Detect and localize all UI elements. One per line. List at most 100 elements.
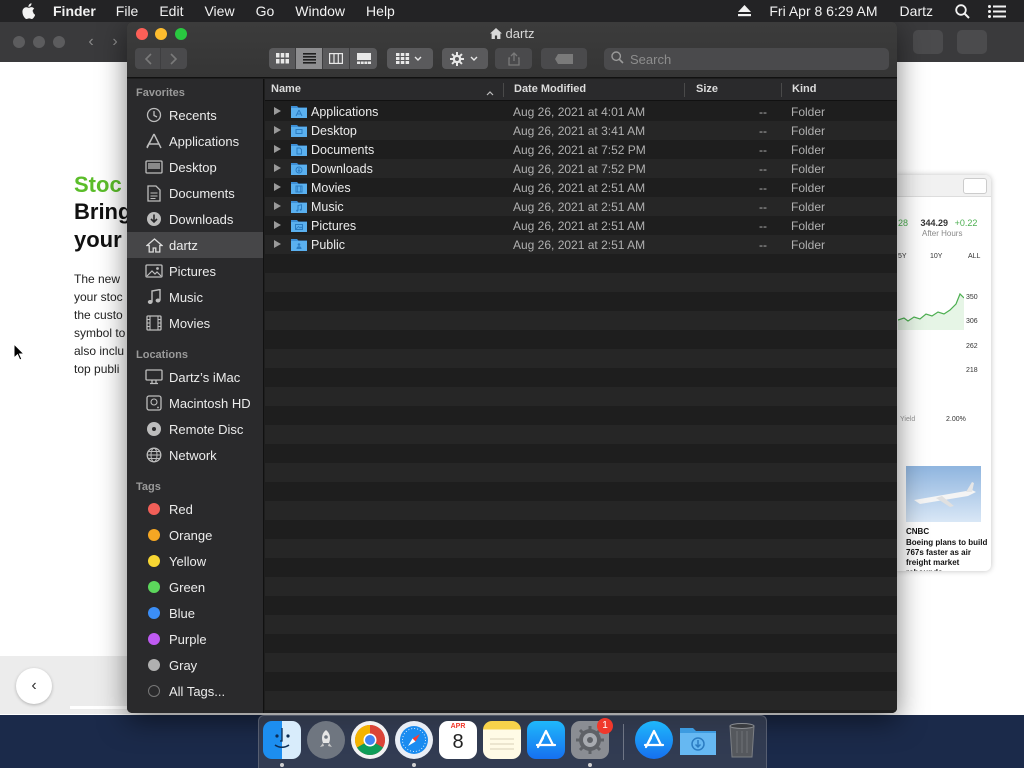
sidebar-item-macintosh-hd[interactable]: Macintosh HD — [127, 390, 263, 416]
column-name[interactable]: Name — [271, 79, 301, 101]
sidebar-item-pictures[interactable]: Pictures — [127, 258, 263, 284]
column-kind[interactable]: Kind — [792, 79, 816, 101]
sidebar-tag-yellow[interactable]: Yellow — [127, 548, 263, 574]
bg-forward-icon[interactable]: › — [104, 31, 126, 53]
news-image-airplane[interactable] — [906, 466, 981, 522]
column-separator[interactable] — [781, 83, 782, 97]
bg-share-button[interactable] — [913, 30, 943, 54]
sidebar-item-downloads[interactable]: Downloads — [127, 206, 263, 232]
table-row[interactable]: Pictures Aug 26, 2021 at 2:51 AM -- Fold… — [265, 216, 897, 235]
menu-edit[interactable]: Edit — [159, 3, 183, 19]
sidebar-all-tags[interactable]: All Tags... — [127, 678, 263, 704]
action-menu-button[interactable] — [442, 48, 488, 69]
menubar-user[interactable]: Dartz — [900, 3, 933, 19]
sidebar-tag-green[interactable]: Green — [127, 574, 263, 600]
column-date-modified[interactable]: Date Modified — [514, 79, 586, 101]
calendar-icon[interactable]: APR 8 — [439, 721, 477, 759]
range-10y[interactable]: 10Y — [930, 253, 942, 260]
icon-view-button[interactable] — [269, 48, 296, 69]
spotlight-search-icon[interactable] — [955, 3, 970, 19]
apple-menu-icon[interactable] — [17, 0, 39, 22]
menu-finder[interactable]: Finder — [53, 3, 96, 19]
sort-ascending-icon[interactable] — [486, 85, 494, 100]
disclosure-triangle-icon[interactable] — [274, 107, 281, 115]
search-field[interactable] — [604, 48, 889, 70]
disclosure-triangle-icon[interactable] — [274, 164, 281, 172]
disclosure-triangle-icon[interactable] — [274, 126, 281, 134]
sidebar-item-documents[interactable]: Documents — [127, 180, 263, 206]
carousel-prev-button[interactable]: ‹ — [16, 668, 52, 704]
sidebar-tag-orange[interactable]: Orange — [127, 522, 263, 548]
app-store-downloads-icon[interactable] — [635, 721, 673, 759]
menu-help[interactable]: Help — [366, 3, 395, 19]
search-input[interactable] — [630, 51, 870, 67]
eject-icon[interactable] — [738, 5, 752, 17]
back-button[interactable] — [135, 48, 161, 69]
table-row[interactable]: Movies Aug 26, 2021 at 2:51 AM -- Folder — [265, 178, 897, 197]
chrome-icon[interactable] — [351, 721, 389, 759]
bg-back-icon[interactable]: ‹ — [80, 31, 102, 53]
tag-color-dot — [148, 633, 160, 645]
table-row[interactable]: Applications Aug 26, 2021 at 4:01 AM -- … — [265, 102, 897, 121]
system-preferences-icon[interactable]: 1 — [571, 718, 613, 759]
range-all[interactable]: ALL — [968, 253, 980, 260]
sidebar-tag-red[interactable]: Red — [127, 496, 263, 522]
range-5y[interactable]: 5Y — [898, 253, 907, 260]
disclosure-triangle-icon[interactable] — [274, 202, 281, 210]
safari-icon[interactable] — [395, 721, 433, 759]
clock-icon — [144, 106, 164, 124]
table-row[interactable]: Public Aug 26, 2021 at 2:51 AM -- Folder — [265, 235, 897, 254]
tags-header: Tags — [136, 481, 161, 493]
column-separator[interactable] — [503, 83, 504, 97]
disclosure-triangle-icon[interactable] — [274, 221, 281, 229]
sidebar-item-applications[interactable]: Applications — [127, 128, 263, 154]
table-row[interactable]: Music Aug 26, 2021 at 2:51 AM -- Folder — [265, 197, 897, 216]
column-size[interactable]: Size — [696, 79, 718, 101]
sidebar-item-music[interactable]: Music — [127, 284, 263, 310]
sidebar-tag-blue[interactable]: Blue — [127, 600, 263, 626]
trash-icon[interactable] — [723, 721, 761, 759]
edit-tags-button[interactable] — [541, 48, 587, 69]
menu-file[interactable]: File — [116, 3, 139, 19]
sidebar-item-movies[interactable]: Movies — [127, 310, 263, 336]
file-date: Aug 26, 2021 at 2:51 AM — [513, 180, 646, 195]
menu-view[interactable]: View — [204, 3, 234, 19]
notes-icon[interactable] — [483, 721, 521, 759]
forward-button[interactable] — [161, 48, 187, 69]
table-row[interactable]: Downloads Aug 26, 2021 at 7:52 PM -- Fol… — [265, 159, 897, 178]
carousel-progress — [70, 706, 130, 709]
menu-window[interactable]: Window — [295, 3, 345, 19]
app-store-icon[interactable] — [527, 721, 565, 759]
disclosure-triangle-icon[interactable] — [274, 240, 281, 248]
sidebar-item-recents[interactable]: Recents — [127, 102, 263, 128]
downloads-folder-icon[interactable] — [679, 721, 717, 759]
news-headline[interactable]: Boeing plans to build 767s faster as air… — [906, 538, 990, 571]
disclosure-triangle-icon[interactable] — [274, 183, 281, 191]
home-icon — [144, 236, 164, 254]
sidebar-tag-purple[interactable]: Purple — [127, 626, 263, 652]
sidebar-item-dartz[interactable]: dartz — [127, 232, 263, 258]
sidebar-item-desktop[interactable]: Desktop — [127, 154, 263, 180]
list-view-button[interactable] — [296, 48, 323, 69]
gallery-view-button[interactable] — [350, 48, 377, 69]
sidebar-tag-gray[interactable]: Gray — [127, 652, 263, 678]
launchpad-icon[interactable] — [307, 721, 345, 759]
notification-center-icon[interactable] — [988, 4, 1006, 18]
menu-go[interactable]: Go — [256, 3, 275, 19]
column-separator[interactable] — [684, 83, 685, 97]
sidebar-item-imac[interactable]: Dartz’s iMac — [127, 364, 263, 390]
sidebar-item-network[interactable]: Network — [127, 442, 263, 468]
table-row[interactable]: Desktop Aug 26, 2021 at 3:41 AM -- Folde… — [265, 121, 897, 140]
mouse-cursor-icon — [13, 343, 25, 361]
bg-tabs-button[interactable] — [957, 30, 987, 54]
disclosure-triangle-icon[interactable] — [274, 145, 281, 153]
group-by-button[interactable] — [387, 48, 433, 69]
finder-icon[interactable] — [263, 721, 301, 759]
table-row[interactable]: Documents Aug 26, 2021 at 7:52 PM -- Fol… — [265, 140, 897, 159]
sidebar-item-remote-disc[interactable]: Remote Disc — [127, 416, 263, 442]
menubar-clock[interactable]: Fri Apr 8 6:29 AM — [769, 3, 877, 19]
share-button[interactable] — [495, 48, 532, 69]
stock-share-button[interactable] — [963, 178, 987, 194]
column-view-button[interactable] — [323, 48, 350, 69]
movies-icon — [144, 314, 164, 332]
